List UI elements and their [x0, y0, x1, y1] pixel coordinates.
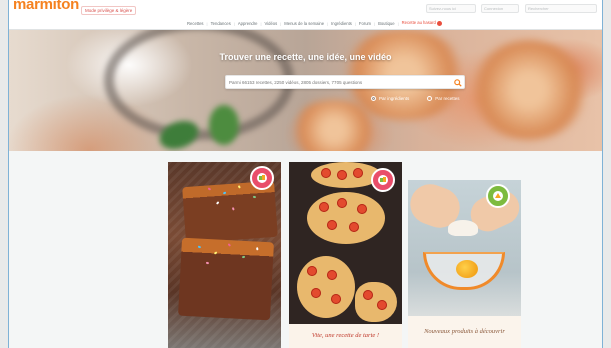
search-mode-options: Par ingrédients Par recettes: [371, 96, 460, 102]
product-card-caption: Nouveaux produits à découvrir: [408, 316, 521, 348]
product-badge-icon: [493, 191, 503, 201]
search-mode-recipes[interactable]: Par recettes: [427, 96, 460, 102]
nav-item-forum[interactable]: Forum: [356, 21, 374, 26]
hero-title: Trouver une recette, une idée, une vidéo: [219, 52, 392, 62]
dice-icon: [436, 20, 442, 26]
tomato-slice: [331, 294, 341, 304]
tart-image: [307, 192, 385, 244]
tomato-slice: [353, 168, 363, 178]
recipe-card-caption-text: Vite, une recette de tarte !: [311, 332, 380, 339]
recipe-badge-icon: [378, 175, 388, 185]
search-mode-recipes-label: Par recettes: [435, 96, 460, 101]
search-icon: [453, 78, 462, 87]
tomato-slice: [349, 222, 359, 232]
nav-item-videos[interactable]: Vidéos: [262, 21, 281, 26]
radio-unselected-icon: [427, 96, 433, 102]
hero-banner: Trouver une recette, une idée, une vidéo…: [9, 30, 602, 151]
recipe-card-caption: Vite, une recette de tarte !: [289, 324, 402, 348]
egg-yolk: [456, 260, 478, 278]
tart-image: [297, 256, 355, 318]
header-search-field[interactable]: Rechercher: [525, 4, 597, 13]
tomato-slice: [327, 220, 337, 230]
tart-image: [355, 282, 397, 322]
sprinkle: [252, 195, 257, 198]
tomato-slice: [377, 300, 387, 310]
cake-slice-image: [182, 180, 278, 244]
window-frame-left: [0, 0, 9, 348]
search-mode-ingredients-label: Par ingrédients: [379, 96, 410, 101]
recipe-card-tart[interactable]: Vite, une recette de tarte !: [289, 162, 402, 348]
nav-item-recettes[interactable]: Recettes: [184, 21, 207, 26]
nav-item-random-recipe[interactable]: Recette au hasard: [399, 20, 445, 26]
header-social-field[interactable]: Suivez-nous ici: [426, 4, 476, 13]
site-logo[interactable]: marmiton: [13, 0, 79, 13]
nav-item-random-label: Recette au hasard: [401, 20, 436, 26]
tomato-slice: [363, 290, 373, 300]
header-tagline[interactable]: Mode privilège & légère: [81, 6, 137, 15]
egg-separator-image: [423, 252, 505, 290]
product-card-egg[interactable]: Nouveaux produits à découvrir: [408, 180, 521, 348]
recipe-search-box: [225, 75, 465, 89]
recipe-badge: [371, 168, 395, 192]
hero-background-tart: [289, 100, 379, 151]
recipe-badge-icon: [257, 173, 267, 183]
nav-item-boutique[interactable]: Boutique: [375, 21, 398, 26]
tomato-slice: [321, 168, 331, 178]
sprinkle: [256, 247, 259, 251]
nav-item-ingredients[interactable]: Ingrédients: [328, 21, 355, 26]
search-mode-ingredients[interactable]: Par ingrédients: [371, 96, 410, 102]
tomato-slice: [357, 204, 367, 214]
tomato-slice: [311, 288, 321, 298]
site-header: marmiton Mode privilège & légère Suivez-…: [9, 0, 602, 30]
tomato-slice: [327, 270, 337, 280]
search-button[interactable]: [453, 78, 462, 87]
radio-selected-icon: [371, 96, 376, 102]
tomato-slice: [337, 198, 347, 208]
nav-item-apprendre[interactable]: Apprendre: [235, 21, 261, 26]
nav-item-tendances[interactable]: Tendances: [208, 21, 234, 26]
product-card-caption-text: Nouveaux produits à découvrir: [424, 328, 505, 335]
product-badge: [486, 184, 510, 208]
window-frame-right: [602, 0, 611, 348]
tomato-slice: [307, 266, 317, 276]
recipe-badge: [250, 166, 274, 190]
tart-image: [311, 162, 381, 188]
cake-slice-image: [178, 237, 274, 321]
egg-shell-image: [448, 220, 478, 236]
tomato-slice: [319, 202, 329, 212]
recipe-card-cake[interactable]: [168, 162, 281, 348]
main-nav: Recettes | Tendances | Apprendre | Vidéo…: [184, 19, 445, 27]
recipe-search-input[interactable]: [229, 77, 444, 88]
nav-item-menus[interactable]: Menus de la semaine: [281, 21, 327, 26]
tomato-slice: [337, 170, 347, 180]
hero-background-leaf: [209, 105, 239, 145]
header-login-field[interactable]: Connexion: [481, 4, 519, 13]
